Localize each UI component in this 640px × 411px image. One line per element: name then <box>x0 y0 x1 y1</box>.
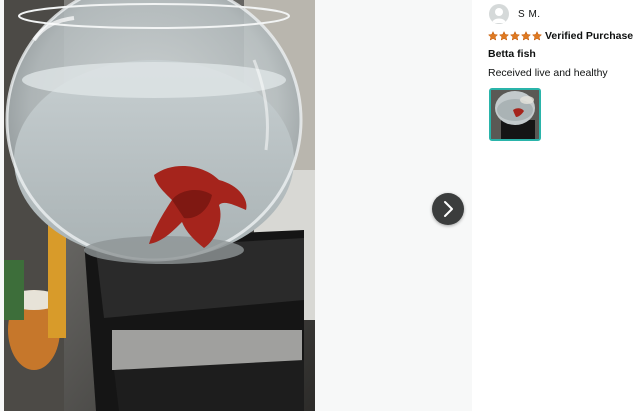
review-image-thumbnail[interactable] <box>489 88 541 141</box>
rating-row: Verified Purchase <box>488 29 633 43</box>
person-icon <box>489 4 509 24</box>
verified-purchase-badge: Verified Purchase <box>545 30 634 42</box>
review-title: Betta fish <box>488 48 536 60</box>
next-image-button[interactable] <box>432 193 464 225</box>
chevron-right-icon <box>444 201 453 217</box>
star-icon <box>521 31 531 41</box>
image-viewer <box>0 0 472 411</box>
star-icon <box>499 31 509 41</box>
reviewer-name: S M. <box>518 8 541 20</box>
review-photo <box>4 0 315 411</box>
star-icon <box>488 31 498 41</box>
star-icon <box>510 31 520 41</box>
review-panel: S M. Verified Purchase Betta fish Receiv… <box>472 0 640 411</box>
review-body: Received live and healthy <box>488 67 608 79</box>
star-rating <box>488 31 542 41</box>
star-icon <box>532 31 542 41</box>
reviewer-profile[interactable]: S M. <box>489 4 541 24</box>
